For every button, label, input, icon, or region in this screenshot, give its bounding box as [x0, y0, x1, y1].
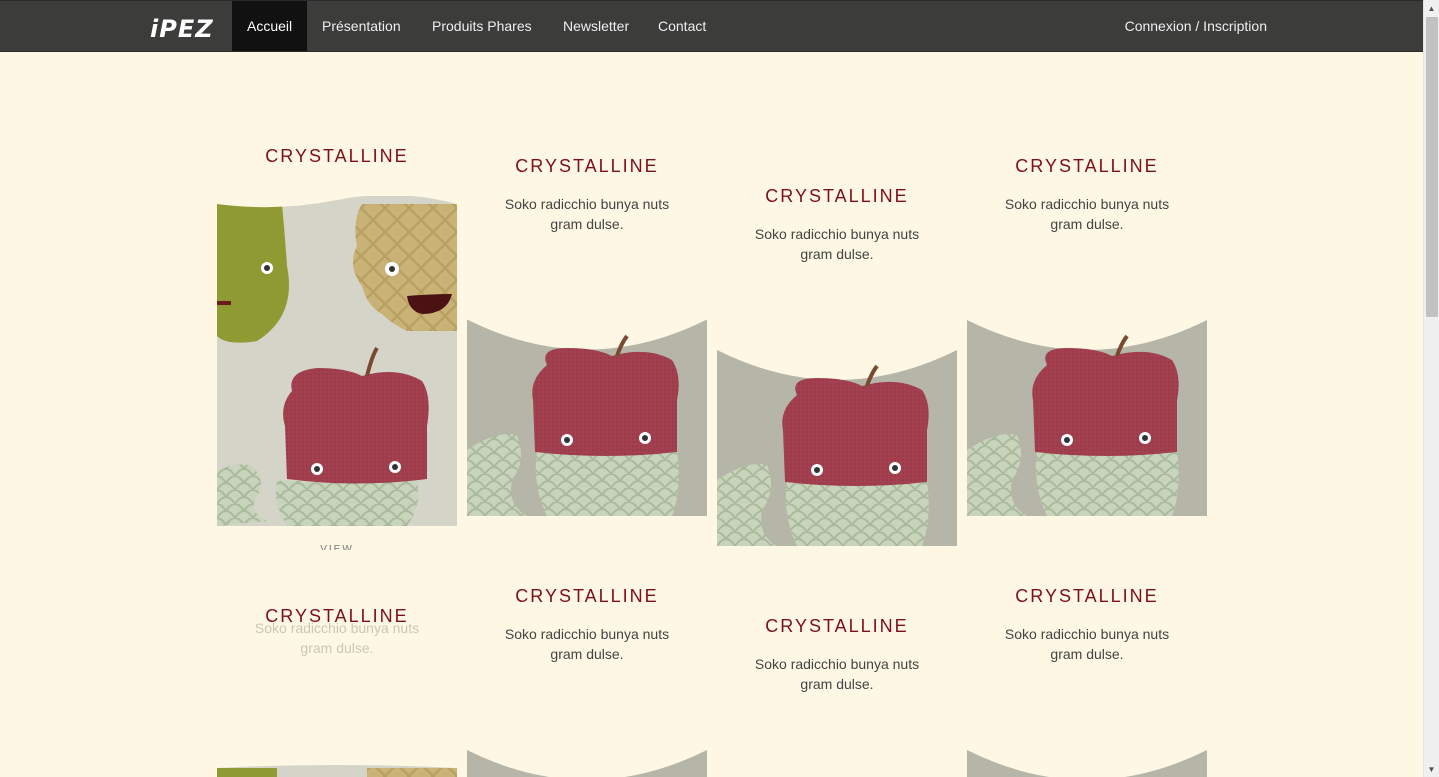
product-card[interactable]: CRYSTALLINE Soko radicchio bunya nuts gr…	[217, 606, 457, 777]
card-image[interactable]	[717, 350, 957, 546]
card-image[interactable]	[967, 320, 1207, 516]
card-title: CRYSTALLINE	[765, 616, 909, 636]
card-description: Soko radicchio bunya nuts gram dulse.	[1004, 626, 1170, 662]
product-card[interactable]: CRYSTALLINE Soko radicchio bunya nuts gr…	[717, 186, 957, 546]
product-card[interactable]: CRYSTALLINE Soko radicchio bunya nuts gr…	[967, 586, 1207, 777]
nav-item-newsletter[interactable]: Newsletter	[548, 1, 644, 51]
card-image[interactable]	[217, 196, 457, 526]
product-card[interactable]: CRYSTALLINE Soko radicchio bunya nuts gr…	[467, 156, 707, 516]
nav-item-accueil[interactable]: Accueil	[232, 1, 308, 51]
site-logo[interactable]: iPEZ	[150, 16, 214, 42]
card-title: CRYSTALLINE	[1015, 586, 1159, 606]
card-description: Soko radicchio bunya nuts gram dulse.	[254, 620, 420, 656]
card-title: CRYSTALLINE	[515, 156, 659, 176]
card-title: CRYSTALLINE	[1015, 156, 1159, 176]
card-title: CRYSTALLINE	[515, 586, 659, 606]
card-image[interactable]	[967, 750, 1207, 777]
card-description: Soko radicchio bunya nuts gram dulse.	[754, 226, 920, 262]
nav-item-presentation[interactable]: Présentation	[307, 1, 416, 51]
product-card[interactable]: CRYSTALLINE VIEW	[217, 146, 457, 550]
nav-item-contact[interactable]: Contact	[643, 1, 721, 51]
card-title: CRYSTALLINE	[265, 146, 409, 166]
card-description: Soko radicchio bunya nuts gram dulse.	[754, 656, 920, 692]
scroll-down-arrow-icon[interactable]: ▼	[1424, 761, 1439, 777]
vertical-scrollbar[interactable]: ▲ ▼	[1423, 0, 1439, 777]
product-card[interactable]: CRYSTALLINE Soko radicchio bunya nuts gr…	[717, 616, 957, 694]
view-label: VIEW	[217, 545, 457, 550]
nav-item-produits-phares[interactable]: Produits Phares	[417, 1, 547, 51]
login-register-link[interactable]: Connexion / Inscription	[1125, 1, 1267, 51]
product-card[interactable]: CRYSTALLINE Soko radicchio bunya nuts gr…	[467, 586, 707, 777]
card-description: Soko radicchio bunya nuts gram dulse.	[1004, 196, 1170, 232]
card-image[interactable]	[467, 750, 707, 777]
apple-shape	[283, 368, 429, 484]
scrollbar-thumb[interactable]	[1426, 17, 1438, 317]
card-title: CRYSTALLINE	[765, 186, 909, 206]
top-navbar: iPEZ Accueil Présentation Produits Phare…	[0, 0, 1423, 52]
card-image[interactable]	[467, 320, 707, 516]
scroll-up-arrow-icon[interactable]: ▲	[1424, 0, 1439, 16]
card-image[interactable]	[217, 764, 457, 777]
card-description: Soko radicchio bunya nuts gram dulse.	[504, 196, 670, 232]
card-description: Soko radicchio bunya nuts gram dulse.	[504, 626, 670, 662]
product-card[interactable]: CRYSTALLINE Soko radicchio bunya nuts gr…	[967, 156, 1207, 516]
